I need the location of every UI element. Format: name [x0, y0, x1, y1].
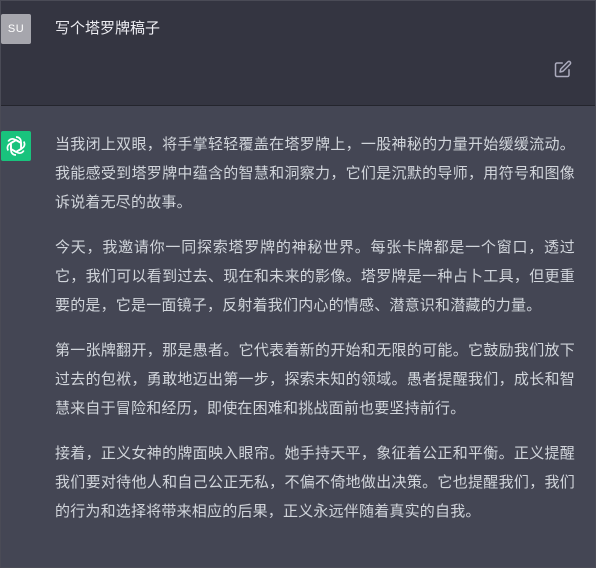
response-paragraph: 当我闭上双眼，将手掌轻轻覆盖在塔罗牌上，一股神秘的力量开始缓缓流动。我能感受到塔…	[55, 135, 575, 211]
assistant-avatar	[1, 131, 31, 161]
response-paragraph: 第一张牌翻开，那是愚者。它代表着新的开始和无限的可能。它鼓励我们放下过去的包袱，…	[55, 341, 575, 417]
response-paragraph: 接着，正义女神的牌面映入眼帘。她手持天平，象征着公正和平衡。正义提醒我们要对待他…	[55, 444, 575, 520]
edit-icon	[554, 60, 572, 78]
user-message-row: SU 写个塔罗牌稿子	[0, 0, 596, 106]
openai-logo-icon	[6, 136, 26, 156]
user-message-text: 写个塔罗牌稿子	[55, 19, 161, 37]
edit-message-button[interactable]	[554, 60, 572, 78]
chat-window: SU 写个塔罗牌稿子 当我闭上双眼，将手掌轻轻覆盖在塔罗牌上，一股神秘的力量开始…	[0, 0, 596, 568]
response-paragraph: 今天，我邀请你一同探索塔罗牌的神秘世界。每张卡牌都是一个窗口，透过它，我们可以看…	[55, 238, 575, 314]
assistant-response: 当我闭上双眼，将手掌轻轻覆盖在塔罗牌上，一股神秘的力量开始缓缓流动。我能感受到塔…	[55, 130, 575, 542]
assistant-message-row: 当我闭上双眼，将手掌轻轻覆盖在塔罗牌上，一股神秘的力量开始缓缓流动。我能感受到塔…	[0, 106, 596, 568]
user-avatar: SU	[1, 14, 31, 44]
